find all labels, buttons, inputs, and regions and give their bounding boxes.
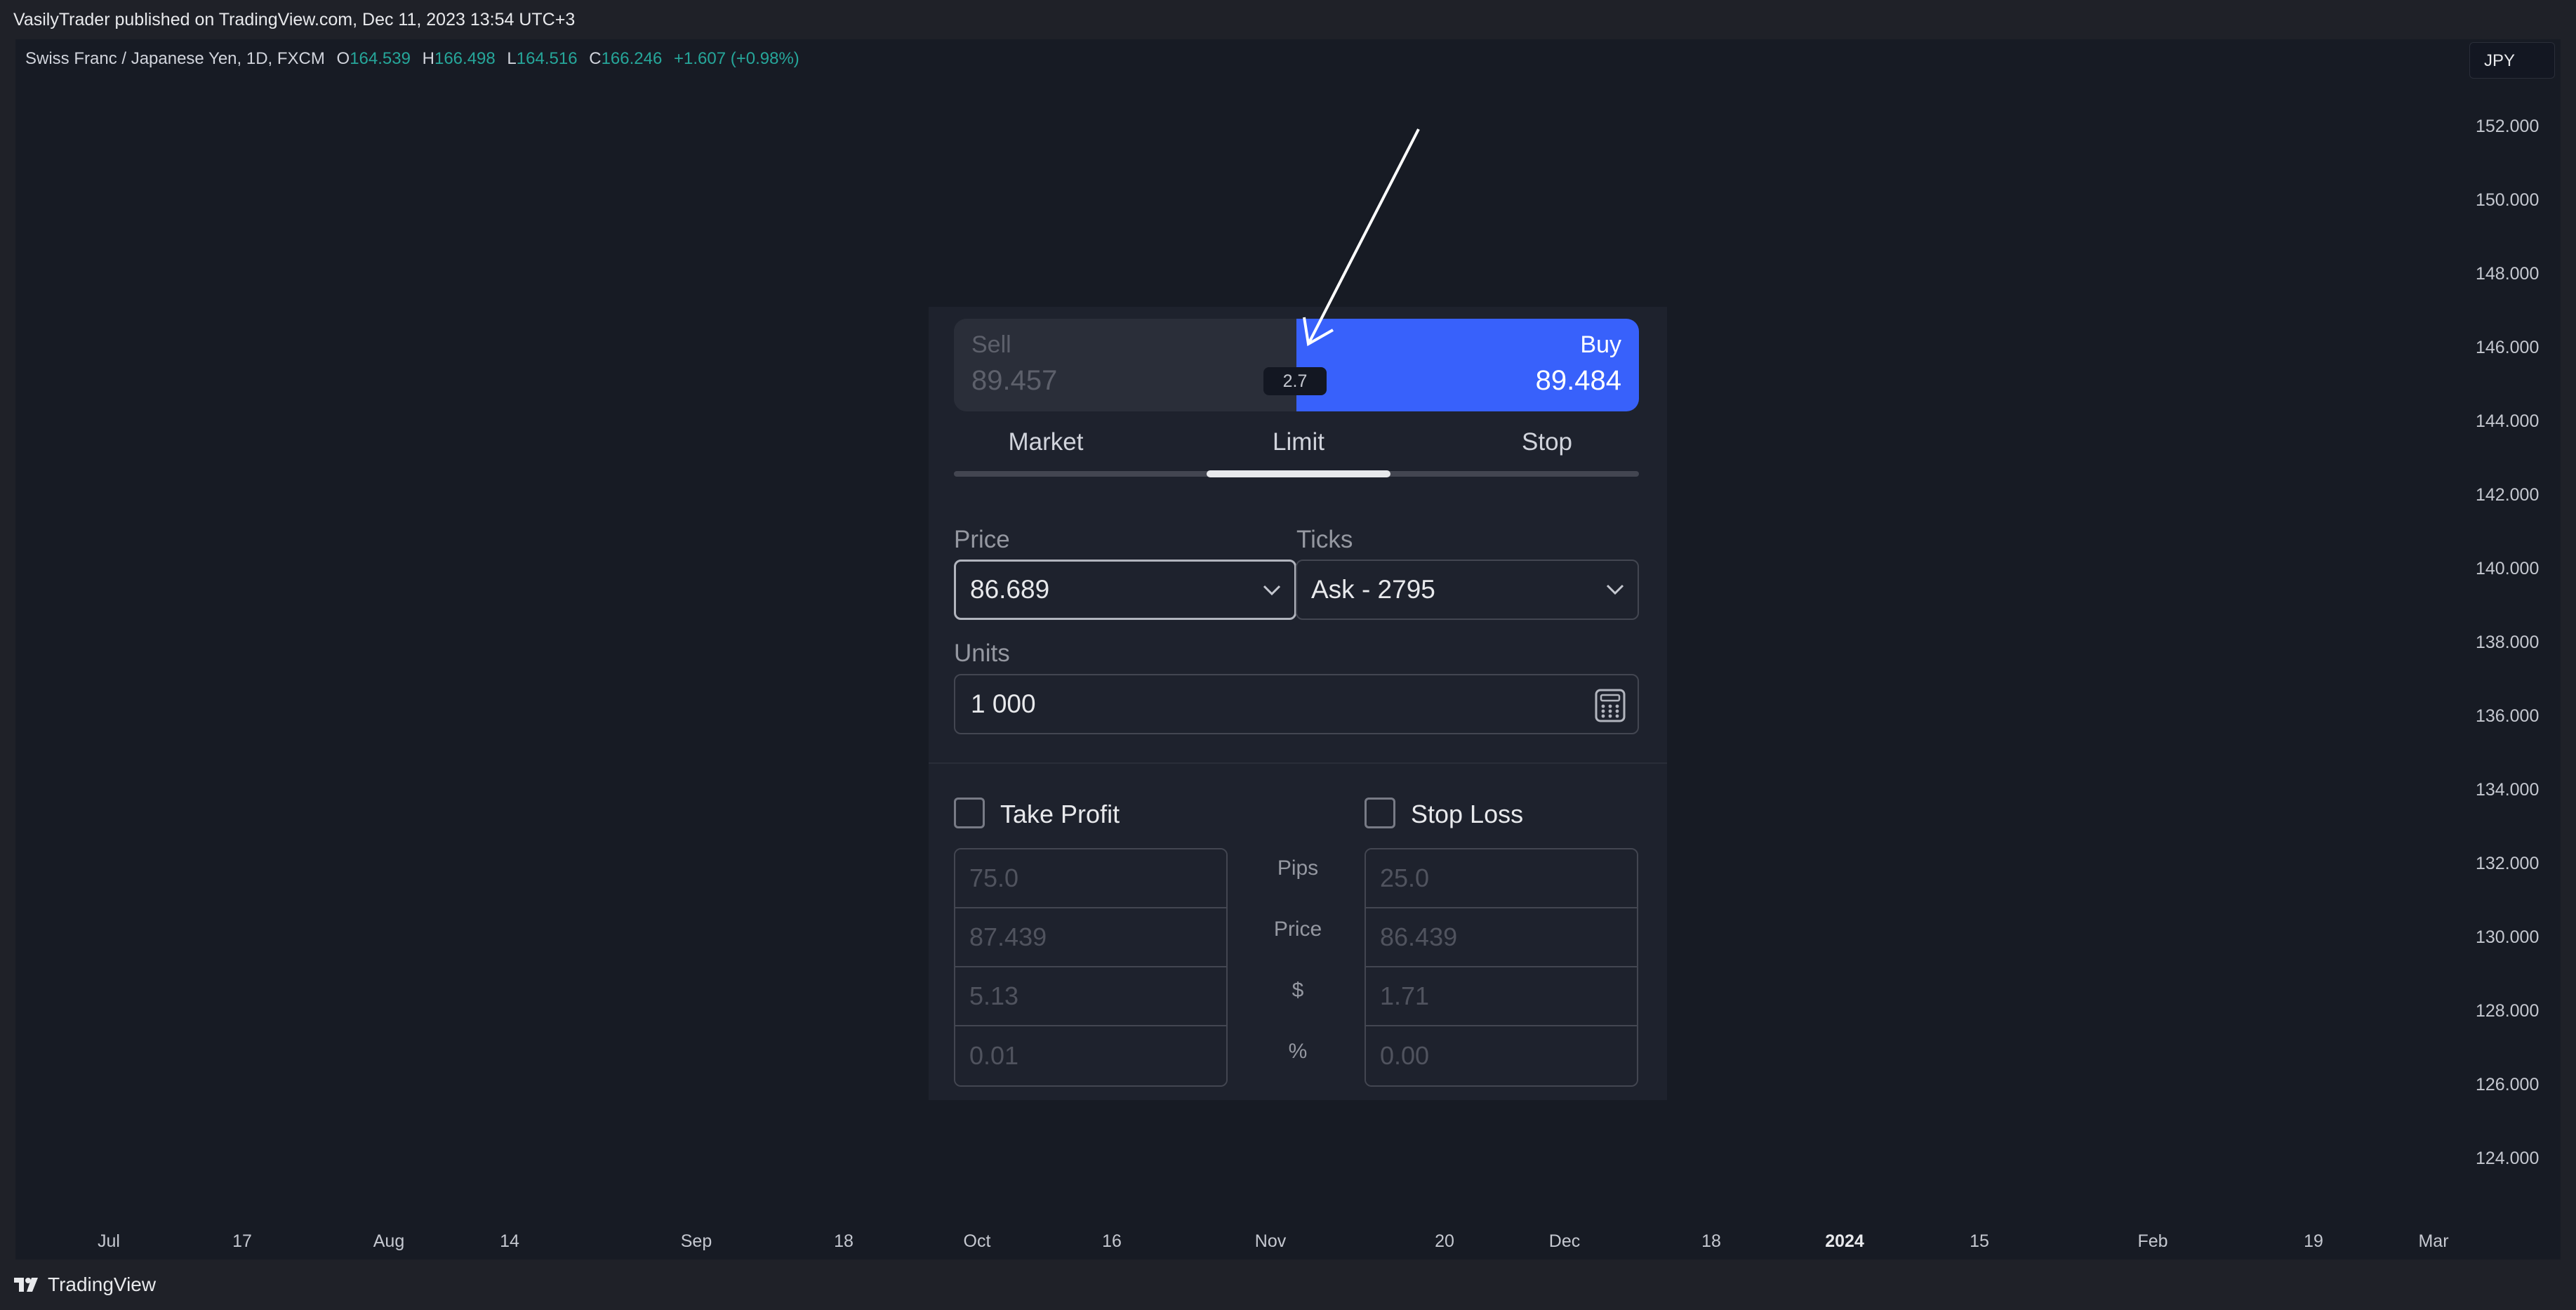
order-panel: Sell 89.457 Buy 89.484 Market Limit Stop… <box>929 307 1667 1100</box>
price-axis-label: 146.000 <box>2476 338 2540 357</box>
time-axis-label: 2024 <box>1825 1231 1864 1251</box>
stop-loss-checkbox[interactable] <box>1365 798 1395 828</box>
price-axis-label: 140.000 <box>2476 559 2540 578</box>
symbol-legend: Swiss Franc / Japanese Yen, 1D, FXCM O16… <box>25 49 799 69</box>
tab-stop[interactable]: Stop <box>1455 428 1639 456</box>
time-axis-label: Aug <box>373 1231 405 1251</box>
price-label: Price <box>954 526 1010 553</box>
high-label: H <box>422 49 434 68</box>
time-axis-label: Dec <box>1548 1231 1581 1251</box>
footer-bar <box>0 1259 2576 1310</box>
price-axis-label: 150.000 <box>2476 190 2540 210</box>
stop-loss-usd[interactable]: 1.71 <box>1366 967 1637 1026</box>
sell-price: 89.457 <box>971 365 1058 396</box>
take-profit-label[interactable]: Take Profit <box>1000 800 1120 829</box>
units-label: Units <box>954 640 1010 667</box>
time-axis-label: Jul <box>98 1231 120 1251</box>
time-axis-label: Sep <box>680 1231 712 1251</box>
price-row-label: Price <box>1273 918 1322 941</box>
price-axis-label: 126.000 <box>2476 1075 2540 1094</box>
low-label: L <box>507 49 517 68</box>
time-axis-label: 14 <box>500 1231 519 1251</box>
price-axis-label: 148.000 <box>2476 264 2540 284</box>
change-value: +1.607 (+0.98%) <box>674 49 799 68</box>
time-axis-label: 17 <box>232 1231 252 1251</box>
time-axis-label: 20 <box>1435 1231 1454 1251</box>
spread-badge: 2.7 <box>1263 367 1327 395</box>
publish-header: VasilyTrader published on TradingView.co… <box>0 0 2576 39</box>
currency-button[interactable]: JPY <box>2469 42 2555 79</box>
price-axis-label: 130.000 <box>2476 927 2540 947</box>
time-axis-label: 16 <box>1102 1231 1122 1251</box>
stop-loss-label[interactable]: Stop Loss <box>1411 800 1523 829</box>
take-profit-percent[interactable]: 0.01 <box>955 1026 1226 1085</box>
active-tab-indicator <box>1207 470 1390 477</box>
ticks-label: Ticks <box>1296 526 1353 553</box>
take-profit-checkbox[interactable] <box>954 798 985 828</box>
percent-row-label: % <box>1288 1040 1308 1063</box>
take-profit-usd[interactable]: 5.13 <box>955 967 1226 1026</box>
price-axis-label: 136.000 <box>2476 706 2540 726</box>
units-input[interactable]: 1 000 <box>954 674 1639 734</box>
order-type-tabs: Market Limit Stop <box>954 428 1639 484</box>
stop-loss-price[interactable]: 86.439 <box>1366 908 1637 967</box>
sell-label: Sell <box>971 331 1011 358</box>
time-axis-label: 19 <box>2304 1231 2323 1251</box>
time-axis-label: 18 <box>1701 1231 1721 1251</box>
close-value: 166.246 <box>601 49 663 68</box>
stop-loss-percent[interactable]: 0.00 <box>1366 1026 1637 1085</box>
open-label: O <box>336 49 350 68</box>
time-axis-label: Oct <box>963 1231 991 1251</box>
low-value: 164.516 <box>516 49 578 68</box>
tab-market[interactable]: Market <box>954 428 1138 456</box>
sell-button[interactable]: Sell 89.457 <box>954 319 1296 411</box>
time-axis-label: 18 <box>834 1231 854 1251</box>
brand-name: TradingView <box>48 1273 157 1295</box>
buy-label: Buy <box>1580 331 1621 358</box>
time-axis-label: Feb <box>2137 1231 2168 1251</box>
pips-row-label: Pips <box>1277 856 1319 880</box>
side-selector: Sell 89.457 Buy 89.484 <box>954 319 1639 411</box>
time-axis-label: 15 <box>1970 1231 1989 1251</box>
time-axis-label: Mar <box>2418 1231 2449 1251</box>
open-value: 164.539 <box>350 49 411 68</box>
tradingview-brand[interactable]: TradingView <box>14 1273 156 1296</box>
publish-info: VasilyTrader published on TradingView.co… <box>13 10 576 29</box>
calculator-icon[interactable] <box>1594 688 1626 723</box>
chevron-down-icon[interactable] <box>1262 584 1282 597</box>
stop-loss-fields: 25.0 86.439 1.71 0.00 <box>1365 848 1638 1087</box>
take-profit-fields: 75.0 87.439 5.13 0.01 <box>954 848 1228 1087</box>
price-axis-label: 132.000 <box>2476 854 2540 873</box>
buy-price: 89.484 <box>1535 365 1621 396</box>
price-axis-label: 142.000 <box>2476 485 2540 505</box>
tradingview-logo-icon <box>14 1278 38 1292</box>
stop-loss-pips[interactable]: 25.0 <box>1366 849 1637 908</box>
ticks-select[interactable]: Ask - 2795 <box>1296 560 1639 620</box>
price-axis-label: 138.000 <box>2476 633 2540 652</box>
tab-limit[interactable]: Limit <box>1207 428 1390 456</box>
units-value: 1 000 <box>971 689 1036 718</box>
ticks-value: Ask - 2795 <box>1311 575 1435 604</box>
symbol-name[interactable]: Swiss Franc / Japanese Yen, 1D, FXCM <box>25 49 325 68</box>
take-profit-price[interactable]: 87.439 <box>955 908 1226 967</box>
buy-button[interactable]: Buy 89.484 <box>1296 319 1639 411</box>
price-axis-label: 144.000 <box>2476 411 2540 431</box>
price-value: 86.689 <box>970 575 1050 604</box>
close-label: C <box>589 49 602 68</box>
price-axis-label: 124.000 <box>2476 1149 2540 1168</box>
time-axis-label: Nov <box>1254 1231 1287 1251</box>
high-value: 166.498 <box>434 49 496 68</box>
chevron-down-icon <box>1606 584 1624 595</box>
usd-row-label: $ <box>1292 979 1304 1002</box>
price-input[interactable]: 86.689 <box>954 560 1296 620</box>
price-axis-label: 152.000 <box>2476 117 2540 136</box>
take-profit-pips[interactable]: 75.0 <box>955 849 1226 908</box>
section-divider <box>929 762 1667 764</box>
price-axis-label: 128.000 <box>2476 1001 2540 1021</box>
price-axis-label: 134.000 <box>2476 780 2540 800</box>
